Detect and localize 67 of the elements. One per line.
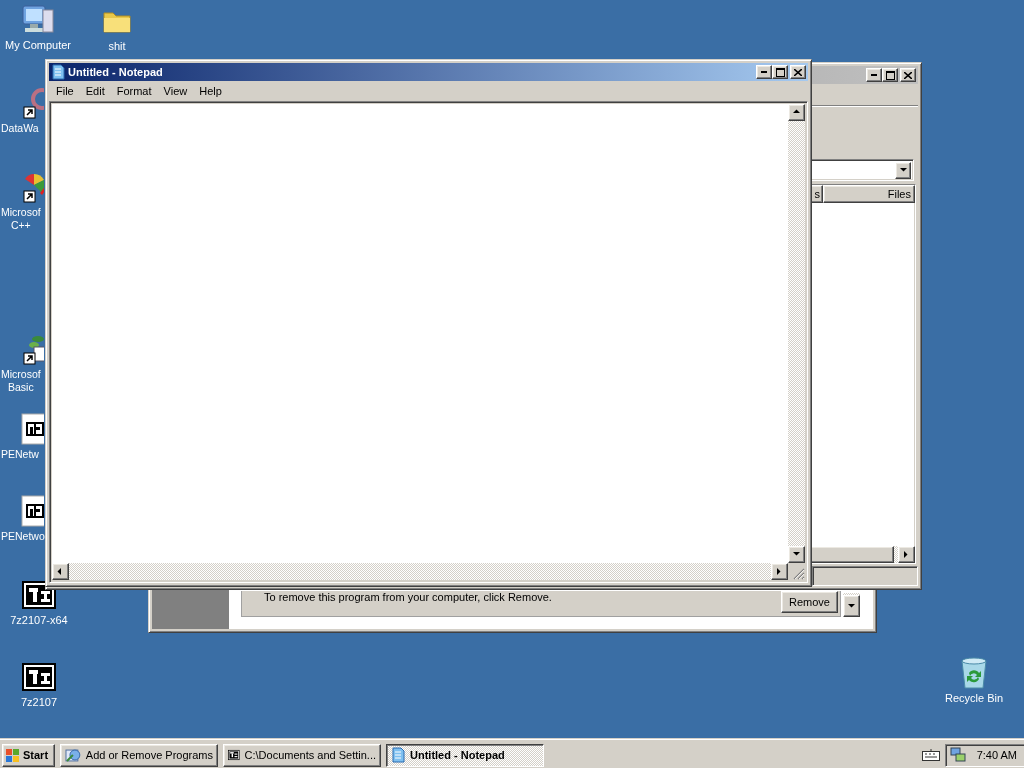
menu-item[interactable]: Format: [110, 82, 158, 99]
scroll-up-button[interactable]: [788, 104, 805, 121]
scrollbar[interactable]: [788, 104, 805, 563]
network-icon[interactable]: [950, 747, 966, 763]
remove-button[interactable]: Remove: [781, 591, 838, 613]
document-icon[interactable]: [21, 495, 44, 527]
column-header[interactable]: Files: [823, 185, 915, 203]
taskbar-button[interactable]: C:\Documents and Settin...: [223, 743, 381, 767]
scrollbar[interactable]: [809, 546, 915, 563]
close-button[interactable]: [790, 65, 806, 79]
description-text: To remove this program from your computer, click Remove.: [264, 591, 553, 603]
maximize-button[interactable]: [882, 68, 898, 82]
computer-icon[interactable]: [21, 4, 55, 36]
resize-grip-icon[interactable]: [793, 568, 805, 580]
windows-logo-icon: [5, 747, 21, 763]
document-icon[interactable]: [21, 413, 44, 445]
maximize-icon: [775, 67, 785, 77]
keyboard-icon[interactable]: [922, 749, 940, 761]
icon-label: DataWa: [0, 122, 39, 135]
app-shortcut-icon[interactable]: [22, 171, 44, 203]
scroll-down-button[interactable]: [788, 546, 805, 563]
app-logo-icon: [228, 748, 240, 762]
menu-item[interactable]: View: [157, 82, 194, 99]
address-field[interactable]: [810, 159, 914, 181]
icon-label: Microsof Basic: [0, 368, 41, 394]
start-button[interactable]: Start: [2, 743, 55, 767]
app-shortcut-icon[interactable]: [22, 333, 44, 365]
scroll-right-button[interactable]: [771, 563, 788, 580]
icon-label: Recycle Bin: [944, 692, 1004, 705]
notepad-icon: [51, 64, 65, 80]
icon-label: PENetw: [0, 448, 39, 461]
minimize-button[interactable]: [756, 65, 772, 79]
scroll-left-button[interactable]: [52, 563, 69, 580]
taskbar-button[interactable]: Add or Remove Programs: [60, 743, 218, 767]
maximize-button[interactable]: [772, 65, 788, 79]
scrollbar[interactable]: [52, 563, 788, 580]
recycle-bin-icon[interactable]: [959, 657, 989, 689]
menu-item[interactable]: File: [50, 82, 80, 99]
notepad-icon: [391, 747, 405, 763]
close-icon: [794, 68, 802, 76]
minimize-icon: [871, 74, 877, 76]
clock: 7:40 AM: [975, 749, 1018, 761]
icon-label: Microsof C++: [0, 206, 41, 232]
maximize-icon: [885, 70, 895, 80]
right-arrow-icon: [902, 550, 911, 559]
right-arrow-icon: [775, 567, 784, 576]
program-row[interactable]: To remove this program from your computer, click Remove. Remove: [241, 591, 841, 617]
scroll-thumb[interactable]: [809, 546, 894, 563]
icon-label: 7z2107: [20, 696, 58, 709]
app-logo-icon[interactable]: [22, 581, 56, 609]
menu-item[interactable]: Help: [193, 82, 228, 99]
control-panel-icon: [65, 747, 81, 763]
menu-item[interactable]: Edit: [79, 82, 111, 99]
app-shortcut-icon[interactable]: [22, 87, 44, 119]
dropdown-button[interactable]: [895, 161, 911, 179]
minimize-icon: [761, 71, 767, 73]
icon-label: PENetwo: [0, 530, 45, 543]
minimize-button[interactable]: [866, 68, 882, 82]
scroll-right-button[interactable]: [898, 546, 915, 563]
close-button[interactable]: [900, 68, 916, 82]
window-title: Untitled - Notepad: [68, 66, 164, 78]
icon-label: 7z2107-x64: [10, 614, 68, 627]
taskbar-button[interactable]: Untitled - Notepad: [386, 743, 544, 767]
icon-label: shit: [108, 40, 126, 53]
app-logo-icon[interactable]: [22, 663, 56, 691]
icon-label: My Computer: [5, 39, 71, 52]
close-icon: [904, 71, 912, 79]
